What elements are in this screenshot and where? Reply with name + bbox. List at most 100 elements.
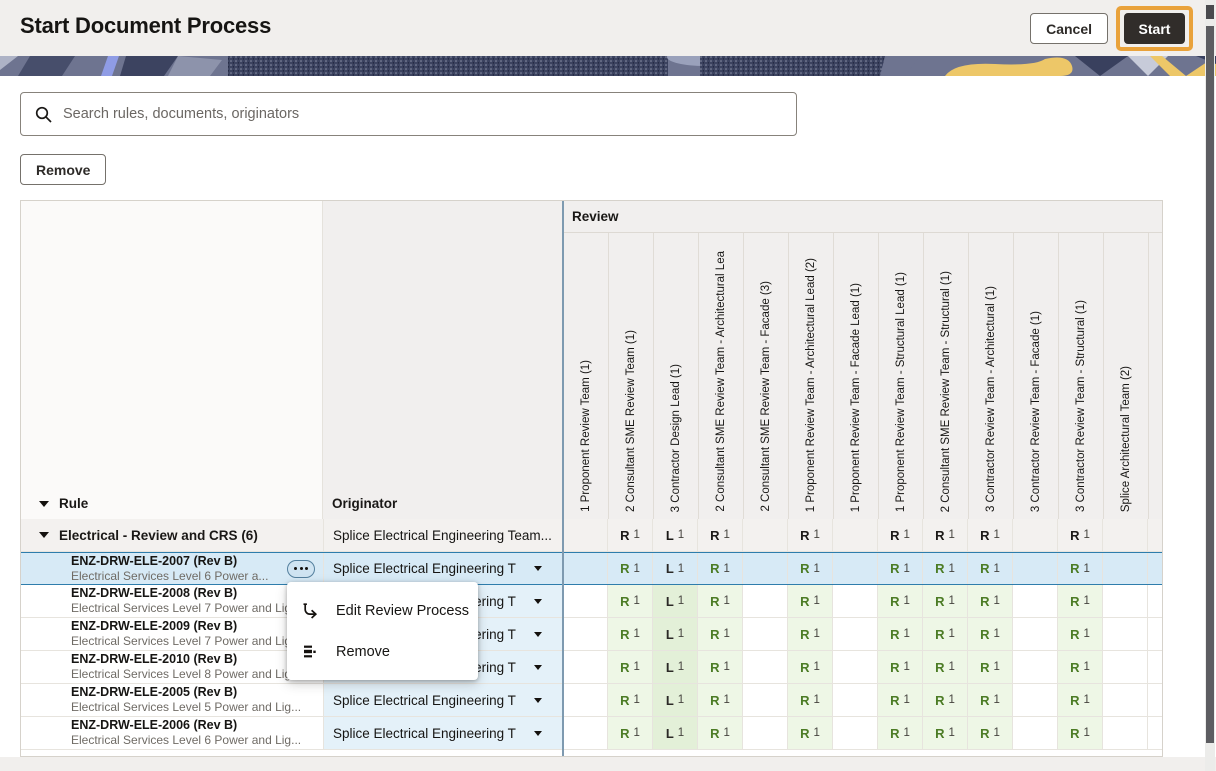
rule-header-label: Rule [59,496,88,511]
review-value-count: 1 [903,661,909,673]
review-columns: 1 Proponent Review Team (1)2 Consultant … [564,233,1162,519]
review-cell-filler [1147,553,1162,584]
review-value-letter: R [890,660,899,675]
review-cell [832,519,877,551]
caret-down-icon [534,566,542,571]
originator-value: Splice Electrical Engineering T [333,726,516,741]
review-value-letter: R [1070,594,1079,609]
review-column-header: 1 Proponent Review Team - Facade Lead (1… [834,233,879,519]
doc-number: ENZ-DRW-ELE-2006 (Rev B) [71,718,237,733]
table-row[interactable]: ENZ-DRW-ELE-2006 (Rev B)Electrical Servi… [21,717,1162,750]
review-cell: R1 [922,519,967,551]
group-row[interactable]: Electrical - Review and CRS (6)Splice El… [21,519,1162,552]
review-cell: R1 [922,684,967,716]
review-cell: R1 [697,651,742,683]
caret-down-icon [534,599,542,604]
originator-select[interactable]: Splice Electrical Engineering T [323,684,562,716]
review-value-count: 1 [903,595,909,607]
review-value-count: 1 [903,563,909,575]
caret-down-icon [534,731,542,736]
review-cell: R1 [607,618,652,650]
table-row[interactable]: ENZ-DRW-ELE-2010 (Rev B)Electrical Servi… [21,651,1162,684]
start-button[interactable]: Start [1124,13,1185,44]
review-column-label: 1 Proponent Review Team - Facade Lead (1… [850,283,862,512]
review-value-letter: R [935,693,944,708]
review-cell [562,651,607,683]
review-value-count: 1 [1083,529,1089,541]
caret-down-icon [534,632,542,637]
review-cell: R1 [877,651,922,683]
menu-item-remove[interactable]: Remove [287,631,478,672]
review-cell: R1 [1057,618,1102,650]
collapse-all-icon[interactable] [39,501,49,507]
originator-value: Splice Electrical Engineering T [333,693,516,708]
review-cell [1012,618,1057,650]
review-value-letter: R [620,660,629,675]
review-value-letter: R [1070,693,1079,708]
review-value-letter: R [890,528,899,543]
review-cell [832,618,877,650]
scrollbar-up-arrow[interactable] [1206,5,1214,19]
review-value-letter: R [890,594,899,609]
review-cell-filler [1147,618,1162,650]
review-cell [1102,553,1147,584]
review-cell: L1 [652,553,697,584]
cancel-button[interactable]: Cancel [1030,13,1108,44]
review-cell [1102,519,1147,551]
review-value-letter: L [666,693,674,708]
review-column-header: 1 Proponent Review Team - Structural Lea… [879,233,924,519]
review-value-letter: L [666,660,674,675]
review-cell [1102,618,1147,650]
menu-item-edit-review-process[interactable]: Edit Review Process [287,590,478,631]
review-cell-filler [1147,684,1162,716]
review-cell [1102,717,1147,749]
review-value-count: 1 [993,595,999,607]
review-column-label: 3 Contractor Design Lead (1) [670,364,682,512]
review-value-count: 1 [948,628,954,640]
review-cell: R1 [787,717,832,749]
doc-number: ENZ-DRW-ELE-2007 (Rev B) [71,554,237,569]
review-value-letter: R [1070,660,1079,675]
review-value-count: 1 [993,628,999,640]
review-cell [562,519,607,551]
row-actions-button[interactable] [287,560,315,578]
review-value-letter: R [800,561,809,576]
review-column-label: 3 Contractor Review Team - Structural (1… [1075,300,1087,512]
remove-button[interactable]: Remove [20,154,106,185]
review-value-letter: R [800,594,809,609]
review-column-header: 3 Contractor Review Team - Structural (1… [1059,233,1104,519]
table-row[interactable]: ENZ-DRW-ELE-2007 (Rev B)Electrical Servi… [21,552,1162,585]
review-cell [1102,585,1147,617]
table-row[interactable]: ENZ-DRW-ELE-2009 (Rev B)Electrical Servi… [21,618,1162,651]
review-cell [742,717,787,749]
search-input[interactable] [63,106,782,122]
table-header: Rule Originator Review 1 Proponent Revie… [21,201,1162,519]
review-value-count: 1 [678,694,684,706]
review-column-label: Splice Architectural Team (2) [1120,366,1132,512]
review-cell [832,717,877,749]
review-value-letter: R [1070,726,1079,741]
vertical-scrollbar-thumb[interactable] [1206,26,1214,743]
review-value-count: 1 [678,563,684,575]
review-value-letter: R [800,627,809,642]
group-label: Electrical - Review and CRS (6) [59,528,258,543]
review-value-count: 1 [948,563,954,575]
review-value-count: 1 [948,595,954,607]
table-row[interactable]: ENZ-DRW-ELE-2005 (Rev B)Electrical Servi… [21,684,1162,717]
review-value-letter: L [666,528,674,543]
originator-value: Splice Electrical Engineering T [333,561,516,576]
review-cell: R1 [877,519,922,551]
review-value-count: 1 [903,628,909,640]
review-column-header: 3 Contractor Review Team - Architectural… [969,233,1014,519]
review-value-letter: L [666,594,674,609]
row-actions-menu: Edit Review Process Remove [287,582,478,680]
group-expand-arrow-icon[interactable] [39,532,49,538]
review-value-count: 1 [903,727,909,739]
table-row[interactable]: ENZ-DRW-ELE-2008 (Rev B)Electrical Servi… [21,585,1162,618]
originator-select[interactable]: Splice Electrical Engineering T [323,553,562,584]
review-column-header: 3 Contractor Design Lead (1) [654,233,699,519]
review-value-letter: R [935,561,944,576]
originator-select[interactable]: Splice Electrical Engineering T [323,717,562,749]
review-cell: R1 [787,519,832,551]
review-cell: R1 [1057,651,1102,683]
